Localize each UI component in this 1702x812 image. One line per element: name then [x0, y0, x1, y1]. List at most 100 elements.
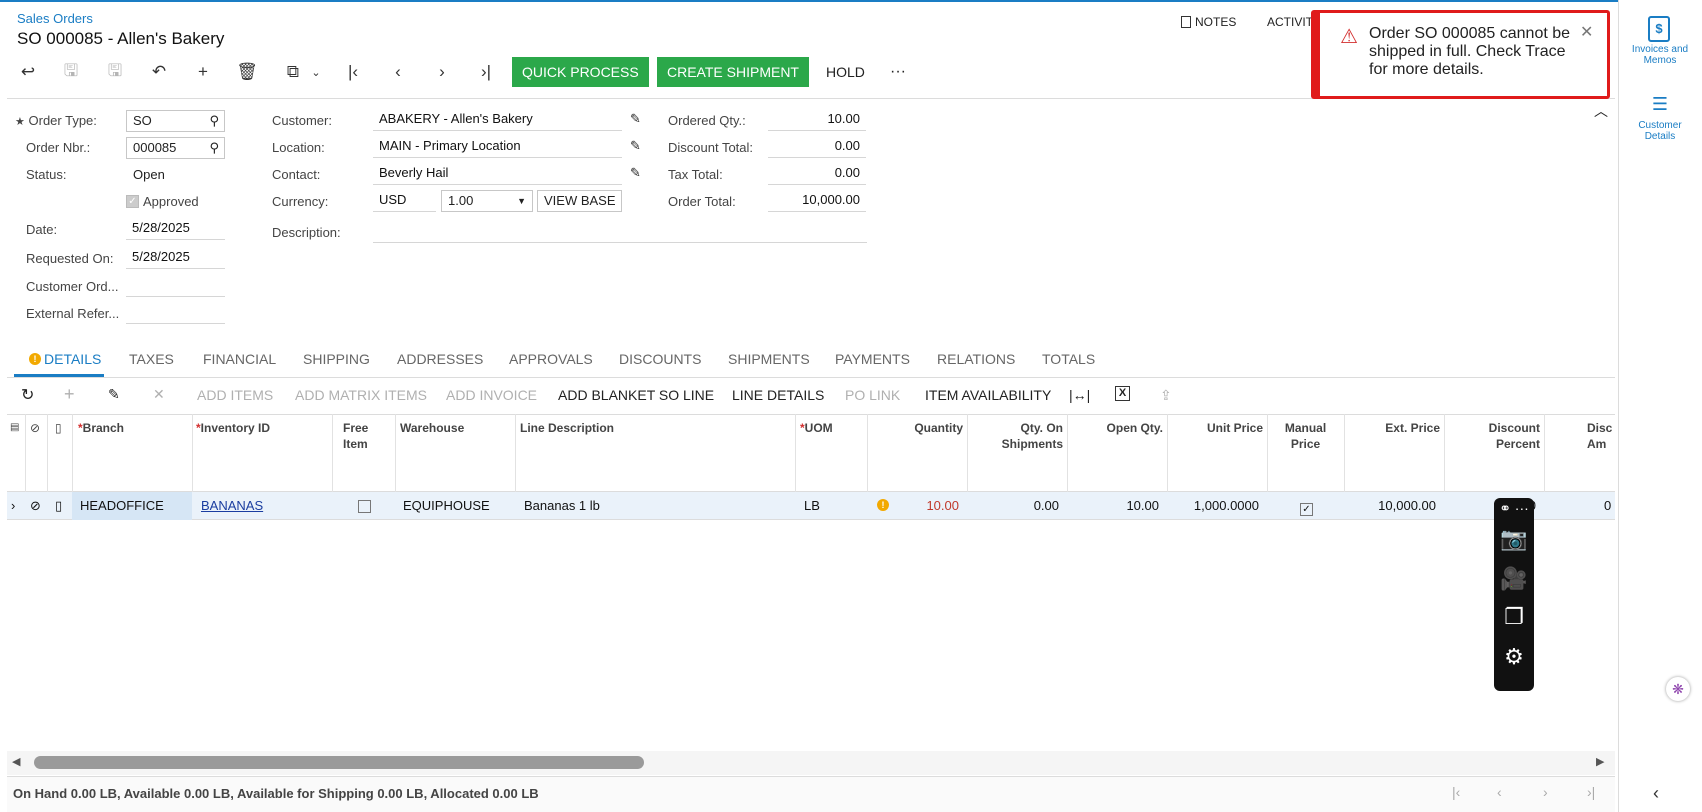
tab-shipping[interactable]: SHIPPING	[303, 351, 370, 367]
tab-totals[interactable]: TOTALS	[1042, 351, 1095, 367]
currency-rate-select[interactable]: 1.00 ▼	[441, 190, 533, 212]
note-icon[interactable]: ▯	[55, 498, 62, 514]
order-type-field[interactable]: SO ⚲	[126, 110, 225, 132]
cell-warehouse[interactable]: EQUIPHOUSE	[403, 498, 490, 513]
row-expand-icon[interactable]: ›	[11, 498, 15, 513]
col-inventory-id[interactable]: *Inventory ID	[196, 420, 270, 436]
description-field[interactable]	[373, 221, 867, 243]
undo-icon[interactable]: ↶	[146, 60, 172, 84]
location-field[interactable]: MAIN - Primary Location	[373, 136, 622, 158]
tab-details[interactable]: ! DETAILS	[29, 351, 101, 367]
col-free-item[interactable]: Free Item	[343, 420, 368, 452]
settings-gear-icon[interactable]: ⚙	[1494, 644, 1534, 670]
delete-row-icon[interactable]: ✕	[153, 386, 165, 403]
fit-columns-icon[interactable]: |↔|	[1069, 387, 1090, 403]
invoice-icon[interactable]: $	[1648, 16, 1670, 42]
item-availability-button[interactable]: ITEM AVAILABILITY	[925, 387, 1051, 403]
search-icon[interactable]: ⚲	[209, 138, 219, 158]
scrollbar-thumb[interactable]	[34, 756, 644, 769]
search-icon[interactable]: ⚲	[209, 111, 219, 131]
tab-taxes[interactable]: TAXES	[129, 351, 174, 367]
cell-branch[interactable]: HEADOFFICE	[80, 498, 164, 513]
save-close-icon[interactable]: 🖫	[58, 60, 84, 84]
close-icon[interactable]: ✕	[1580, 22, 1593, 42]
scroll-right-icon[interactable]: ▶	[1596, 755, 1604, 768]
date-field[interactable]: 5/28/2025	[126, 218, 225, 240]
last-record-icon[interactable]: ›|	[473, 60, 499, 84]
col-quantity[interactable]: Quantity	[867, 420, 963, 436]
cell-disc-amt[interactable]: 0	[1604, 498, 1611, 513]
col-unit-price[interactable]: Unit Price	[1167, 420, 1263, 436]
next-page-icon[interactable]: ›	[1543, 784, 1548, 800]
customer-details-icon[interactable]: ☰	[1648, 94, 1672, 115]
save-icon[interactable]: 🖫	[102, 60, 128, 84]
manual-price-checkbox[interactable]: ✓	[1300, 500, 1313, 516]
windows-icon[interactable]: ❐	[1494, 604, 1534, 630]
delete-icon[interactable]: 🗑	[234, 60, 260, 84]
cell-ext-price[interactable]: 10,000.00	[1344, 498, 1436, 513]
cell-line-description[interactable]: Bananas 1 lb	[524, 498, 600, 513]
col-open-qty[interactable]: Open Qty.	[1067, 420, 1163, 436]
add-row-icon[interactable]: +	[64, 384, 75, 405]
scroll-left-icon[interactable]: ◀	[12, 755, 20, 768]
tab-payments[interactable]: PAYMENTS	[835, 351, 910, 367]
notes-button[interactable]: NOTES	[1181, 15, 1236, 29]
view-base-button[interactable]: VIEW BASE	[537, 190, 622, 212]
cell-uom[interactable]: LB	[804, 498, 820, 513]
cell-quantity[interactable]: 10.00	[867, 498, 959, 513]
add-icon[interactable]: +	[190, 60, 216, 84]
chevron-down-icon[interactable]: ⌄	[303, 60, 329, 84]
customer-field[interactable]: ABAKERY - Allen's Bakery	[373, 109, 622, 131]
col-disc-amt[interactable]: Disc Am	[1587, 420, 1612, 452]
refresh-icon[interactable]: ↻	[21, 385, 34, 405]
edit-pencil-icon[interactable]: ✎	[630, 111, 641, 127]
external-ref-field[interactable]	[126, 302, 225, 324]
approved-checkbox[interactable]: ✓ Approved	[126, 194, 199, 209]
po-link-button[interactable]: PO LINK	[845, 387, 900, 403]
add-items-button[interactable]: ADD ITEMS	[197, 387, 273, 403]
customer-ord-field[interactable]	[126, 275, 225, 297]
add-matrix-items-button[interactable]: ADD MATRIX ITEMS	[295, 387, 427, 403]
col-line-description[interactable]: Line Description	[520, 420, 614, 436]
tab-financial[interactable]: FINANCIAL	[203, 351, 276, 367]
free-item-checkbox[interactable]	[358, 500, 371, 516]
previous-record-icon[interactable]: ‹	[385, 60, 411, 84]
row-select-icon[interactable]: ▤	[10, 420, 19, 436]
next-record-icon[interactable]: ›	[429, 60, 455, 84]
add-invoice-button[interactable]: ADD INVOICE	[446, 387, 537, 403]
edit-pencil-icon[interactable]: ✎	[630, 165, 641, 181]
cell-inventory-id-link[interactable]: BANANAS	[201, 498, 263, 513]
quick-process-button[interactable]: QUICK PROCESS	[512, 57, 649, 87]
hold-button[interactable]: HOLD	[826, 57, 865, 87]
video-camera-icon[interactable]: 🎥	[1494, 566, 1534, 592]
ai-assistant-icon[interactable]: ❋	[1666, 677, 1690, 701]
back-icon[interactable]: ↩	[15, 60, 41, 84]
first-page-icon[interactable]: |‹	[1452, 784, 1460, 800]
breadcrumb[interactable]: Sales Orders	[17, 11, 93, 26]
camera-icon[interactable]: 📷	[1494, 526, 1534, 552]
previous-page-icon[interactable]: ‹	[1497, 784, 1502, 800]
cell-unit-price[interactable]: 1,000.0000	[1167, 498, 1259, 513]
col-ext-price[interactable]: Ext. Price	[1344, 420, 1440, 436]
tab-addresses[interactable]: ADDRESSES	[397, 351, 483, 367]
col-discount-percent[interactable]: Discount Percent	[1444, 420, 1540, 452]
tab-relations[interactable]: RELATIONS	[937, 351, 1015, 367]
first-record-icon[interactable]: |‹	[340, 60, 366, 84]
last-page-icon[interactable]: ›|	[1587, 784, 1595, 800]
tab-approvals[interactable]: APPROVALS	[509, 351, 593, 367]
col-warehouse[interactable]: Warehouse	[400, 420, 464, 436]
edit-pencil-icon[interactable]: ✎	[108, 386, 120, 403]
col-manual-price[interactable]: Manual Price	[1267, 420, 1344, 452]
col-uom[interactable]: *UOM	[800, 420, 833, 436]
collapse-icon[interactable]: ︿	[1594, 101, 1608, 121]
line-details-button[interactable]: LINE DETAILS	[732, 387, 824, 403]
order-nbr-field[interactable]: 000085 ⚲	[126, 137, 225, 159]
create-shipment-button[interactable]: CREATE SHIPMENT	[657, 57, 809, 87]
col-qty-on-shipments[interactable]: Qty. On Shipments	[967, 420, 1063, 452]
more-button[interactable]: ···	[890, 57, 906, 87]
add-blanket-so-line-button[interactable]: ADD BLANKET SO LINE	[558, 387, 714, 403]
collapse-rail-icon[interactable]: ‹	[1653, 783, 1659, 804]
requested-on-field[interactable]: 5/28/2025	[126, 247, 225, 269]
invoices-and-memos-link[interactable]: Invoices and Memos	[1618, 44, 1702, 66]
tab-discounts[interactable]: DISCOUNTS	[619, 351, 701, 367]
